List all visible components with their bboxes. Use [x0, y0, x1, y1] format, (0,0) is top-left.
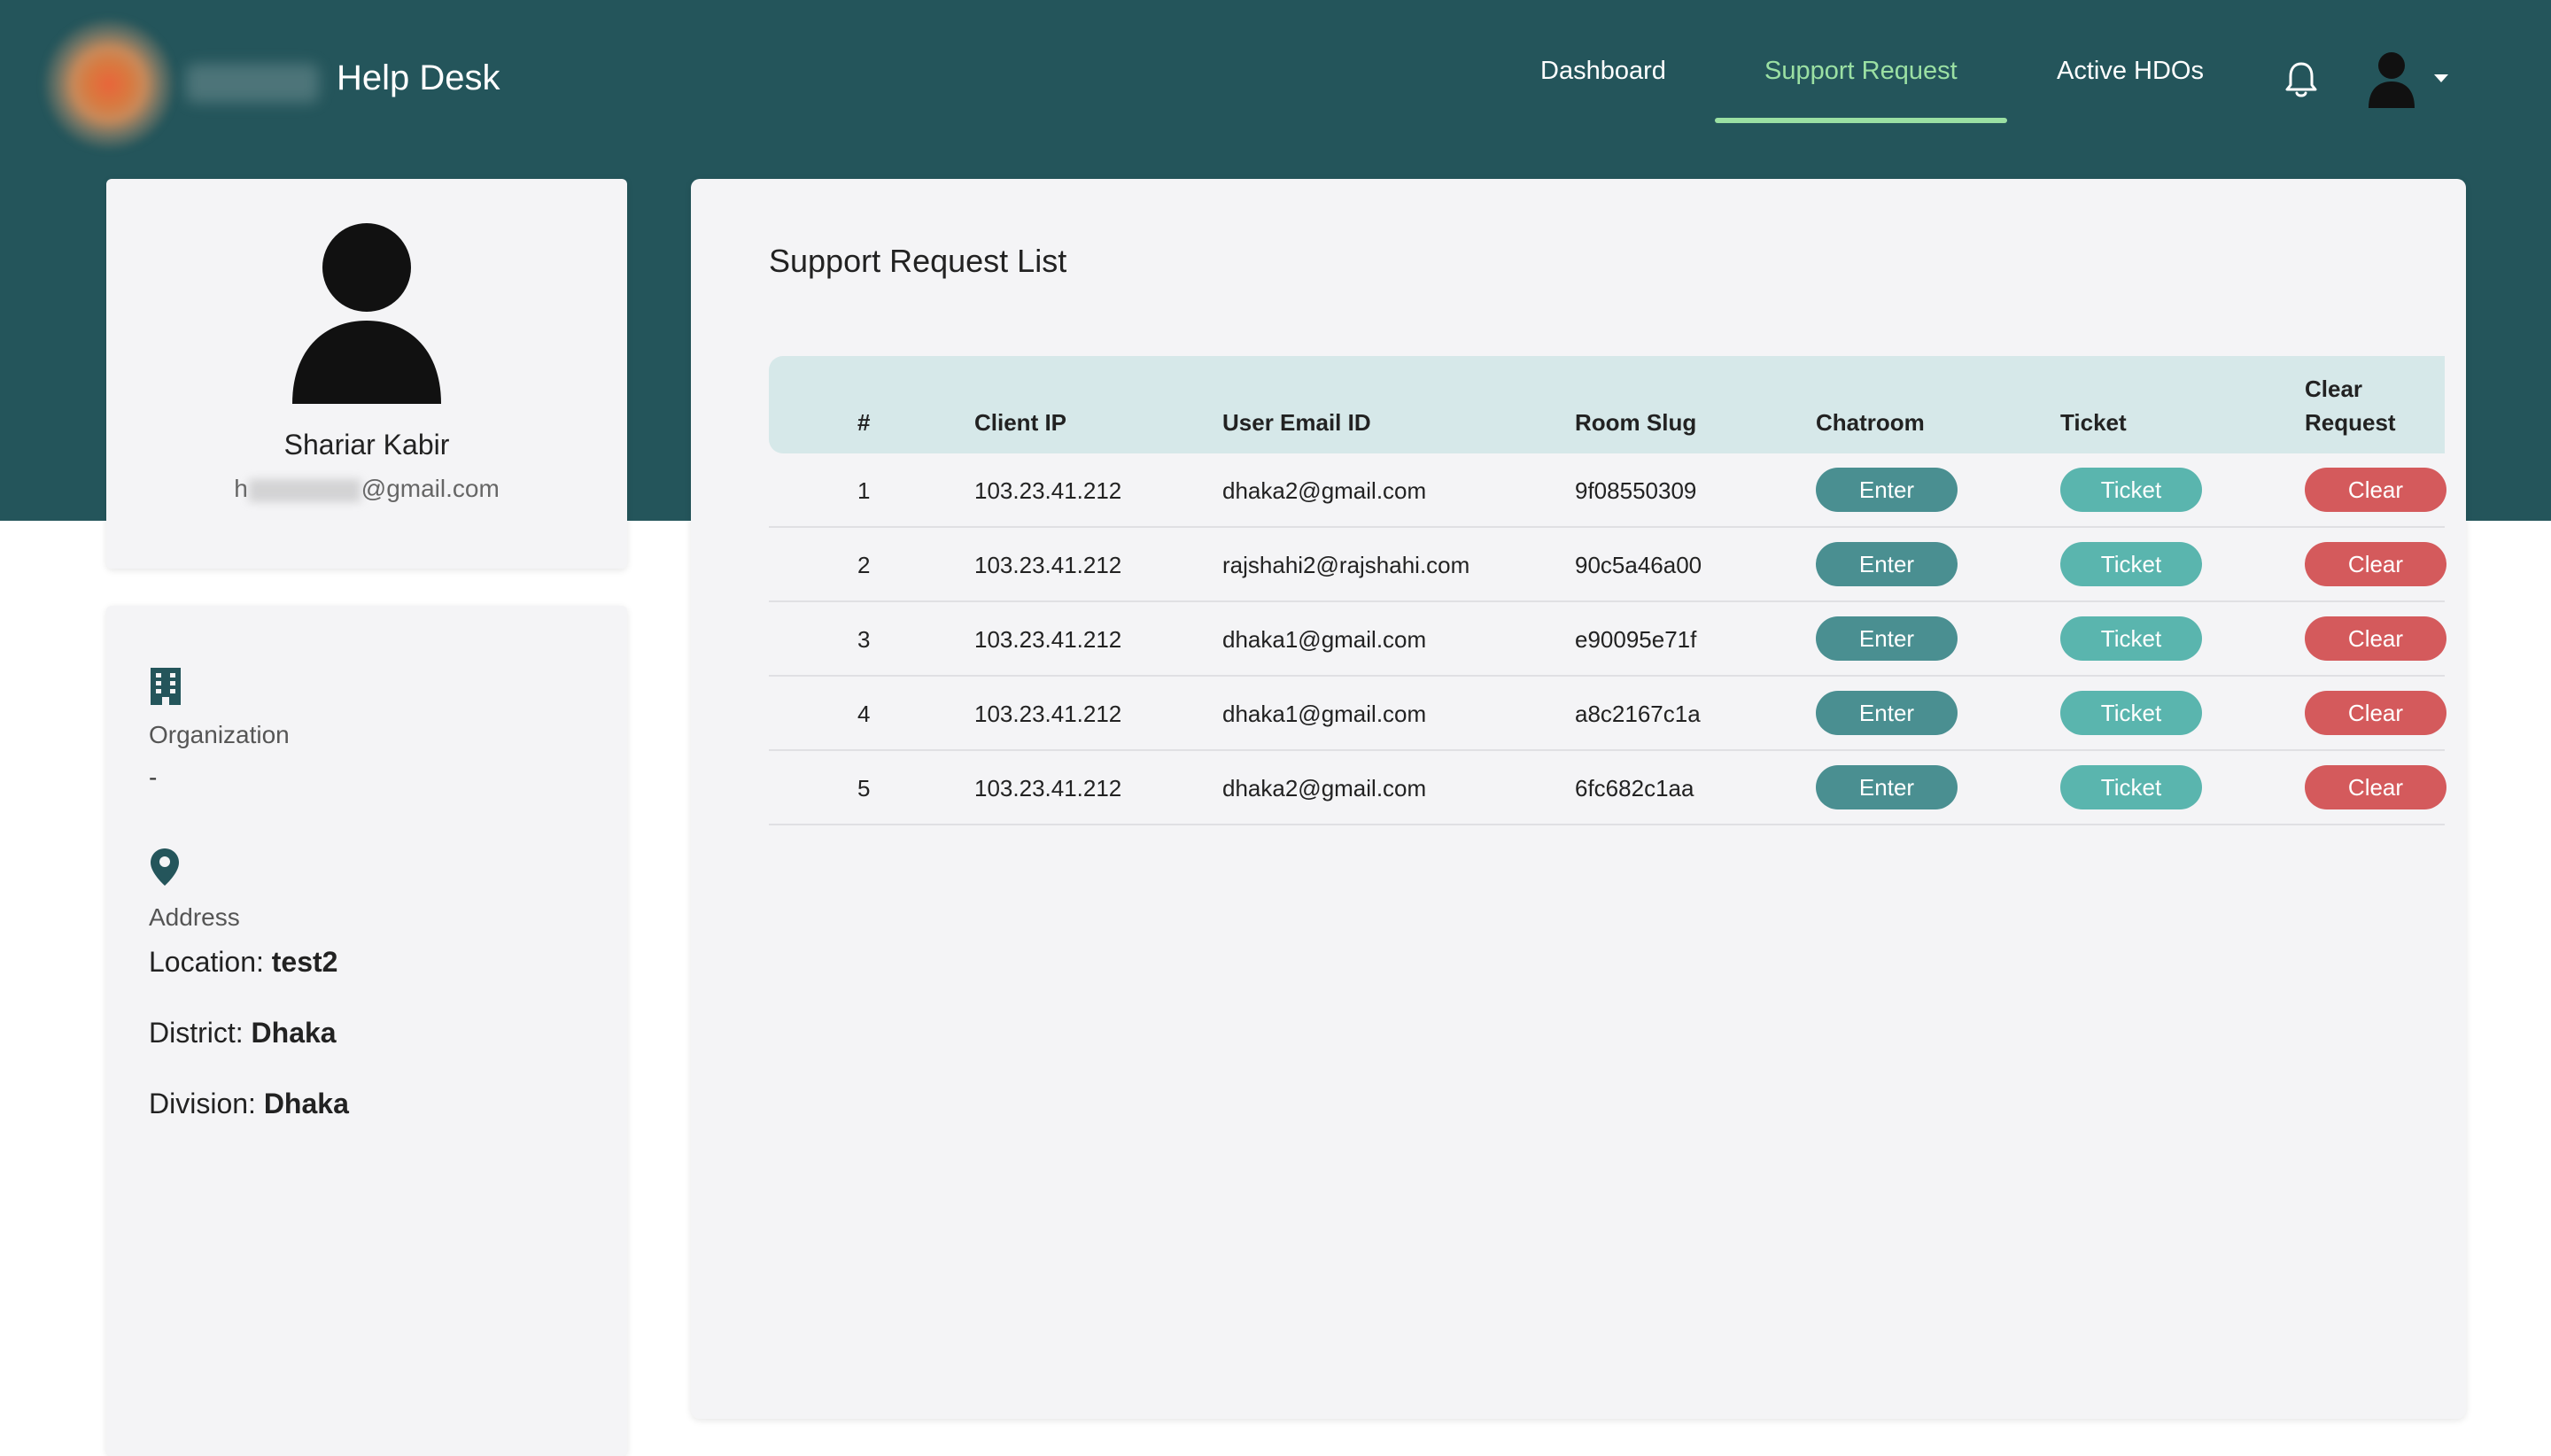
organization-value: - [149, 763, 158, 791]
column-email: User Email ID [1222, 409, 1371, 436]
division-line: Division: Dhaka [149, 1088, 349, 1120]
caret-down-icon [2434, 74, 2448, 82]
location-line: Location: test2 [149, 946, 337, 979]
user-avatar-icon [2369, 52, 2448, 108]
address-label: Address [149, 903, 240, 931]
district-line: District: Dhaka [149, 1017, 337, 1049]
division-label: Division: [149, 1088, 256, 1119]
cell-email: dhaka2@gmail.com [1222, 477, 1427, 504]
district-label: District: [149, 1017, 244, 1049]
enter-button[interactable]: Enter [1816, 616, 1958, 661]
district-value: Dhaka [251, 1017, 337, 1049]
support-request-card: Support Request List # Client IP User Em… [691, 179, 2466, 1419]
building-icon [149, 666, 182, 711]
column-chatroom: Chatroom [1816, 409, 1925, 436]
clear-button[interactable]: Clear [2305, 468, 2446, 512]
column-clear-line2: Request [2305, 409, 2396, 436]
location-pin-icon [149, 847, 181, 892]
user-avatar-icon [289, 221, 445, 404]
profile-card: Shariar Kabir h @gmail.com [106, 179, 627, 569]
column-ticket: Ticket [2060, 409, 2127, 436]
nav-active-hdos[interactable]: Active HDOs [2057, 57, 2204, 86]
cell-index: 4 [857, 701, 871, 727]
ticket-button[interactable]: Ticket [2060, 616, 2202, 661]
logo[interactable] [43, 18, 175, 151]
cell-email: dhaka1@gmail.com [1222, 701, 1427, 727]
bell-icon[interactable] [2283, 60, 2319, 99]
cell-room-slug: 6fc682c1aa [1575, 775, 1694, 802]
ticket-button[interactable]: Ticket [2060, 542, 2202, 586]
division-value: Dhaka [263, 1088, 349, 1119]
logo-text-redacted [186, 64, 319, 103]
profile-name: Shariar Kabir [283, 429, 450, 461]
top-navbar: Help Desk Dashboard Support Request Acti… [0, 0, 2551, 159]
nav-support-request[interactable]: Support Request [1764, 57, 1958, 86]
column-index: # [857, 409, 871, 436]
email-prefix: h [234, 475, 248, 502]
support-request-table: # Client IP User Email ID Room Slug Chat… [769, 356, 2446, 825]
clear-button[interactable]: Clear [2305, 616, 2446, 661]
enter-button[interactable]: Enter [1816, 468, 1958, 512]
nav-dashboard[interactable]: Dashboard [1540, 57, 1666, 86]
cell-room-slug: a8c2167c1a [1575, 701, 1701, 727]
table-header: # Client IP User Email ID Room Slug Chat… [769, 356, 2445, 453]
cell-index: 2 [857, 552, 871, 578]
column-client-ip: Client IP [974, 409, 1067, 436]
table-row: 4 103.23.41.212 dhaka1@gmail.com a8c2167… [769, 677, 2446, 751]
column-clear-line1: Clear [2305, 376, 2363, 402]
clear-button[interactable]: Clear [2305, 691, 2446, 735]
cell-room-slug: 9f08550309 [1575, 477, 1697, 504]
enter-button[interactable]: Enter [1816, 765, 1958, 809]
info-card: Organization - Address Location: test2 D… [106, 606, 627, 1456]
table-row: 2 103.23.41.212 rajshahi2@rajshahi.com 9… [769, 528, 2446, 602]
clear-button[interactable]: Clear [2305, 765, 2446, 809]
column-room-slug: Room Slug [1575, 409, 1697, 436]
organization-label: Organization [149, 721, 290, 748]
ticket-button[interactable]: Ticket [2060, 468, 2202, 512]
enter-button[interactable]: Enter [1816, 691, 1958, 735]
page-title: Support Request List [769, 243, 1067, 279]
ticket-button[interactable]: Ticket [2060, 691, 2202, 735]
cell-client-ip: 103.23.41.212 [974, 477, 1122, 504]
cell-client-ip: 103.23.41.212 [974, 775, 1122, 802]
email-suffix: @gmail.com [361, 475, 500, 502]
cell-email: rajshahi2@rajshahi.com [1222, 552, 1470, 578]
cell-email: dhaka2@gmail.com [1222, 775, 1427, 802]
location-value: test2 [271, 946, 338, 978]
email-redacted [248, 478, 361, 502]
table-row: 3 103.23.41.212 dhaka1@gmail.com e90095e… [769, 602, 2446, 677]
table-body: 1 103.23.41.212 dhaka2@gmail.com 9f08550… [769, 453, 2446, 825]
location-label: Location: [149, 946, 264, 978]
cell-index: 3 [857, 626, 871, 653]
cell-index: 1 [857, 477, 871, 504]
cell-email: dhaka1@gmail.com [1222, 626, 1427, 653]
cell-room-slug: e90095e71f [1575, 626, 1697, 653]
clear-button[interactable]: Clear [2305, 542, 2446, 586]
table-row: 1 103.23.41.212 dhaka2@gmail.com 9f08550… [769, 453, 2446, 528]
ticket-button[interactable]: Ticket [2060, 765, 2202, 809]
user-menu[interactable] [2365, 50, 2454, 112]
profile-email: h @gmail.com [106, 475, 627, 503]
active-nav-indicator [1715, 118, 2007, 123]
cell-client-ip: 103.23.41.212 [974, 626, 1122, 653]
cell-index: 5 [857, 775, 871, 802]
table-row: 5 103.23.41.212 dhaka2@gmail.com 6fc682c… [769, 751, 2446, 825]
column-clear-request: Clear Request [2305, 372, 2396, 439]
cell-room-slug: 90c5a46a00 [1575, 552, 1702, 578]
brand-title: Help Desk [337, 58, 500, 97]
enter-button[interactable]: Enter [1816, 542, 1958, 586]
cell-client-ip: 103.23.41.212 [974, 552, 1122, 578]
cell-client-ip: 103.23.41.212 [974, 701, 1122, 727]
